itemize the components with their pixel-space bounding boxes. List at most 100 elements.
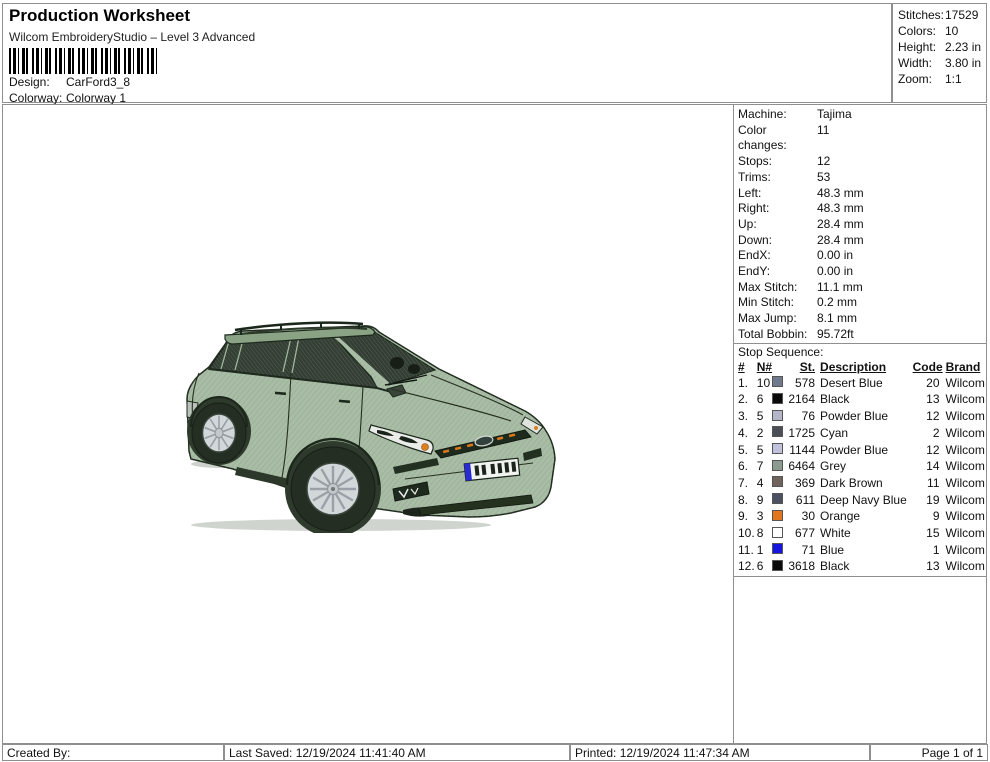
thread-color-swatch	[771, 376, 783, 388]
stop-sequence-rows: 1. 10 578 Desert Blue 20 Wilcom 2. 6 216…	[738, 375, 987, 575]
needle-number: 6	[756, 392, 764, 407]
machine-info-label: Stops:	[738, 154, 773, 169]
machine-info-value: 28.4 mm	[817, 232, 864, 247]
machine-info-value: 48.3 mm	[817, 185, 864, 200]
machine-info-label: EndY:	[738, 264, 771, 279]
footer-bar: Created By: Last Saved: 12/19/2024 11:41…	[2, 744, 988, 761]
thread-brand: Wilcom	[945, 392, 985, 407]
design-preview	[181, 303, 566, 537]
stop-sequence-row: 10. 8 677 White 15 Wilcom	[738, 526, 987, 543]
last-saved-cell: Last Saved: 12/19/2024 11:41:40 AM	[224, 744, 570, 761]
stitch-count: 76	[801, 409, 816, 424]
stop-number: 5.	[738, 442, 749, 457]
stop-sequence-row: 3. 5 76 Powder Blue 12 Wilcom	[738, 409, 987, 426]
stitch-count: 30	[801, 509, 816, 524]
stop-sequence-row: 2. 6 2164 Black 13 Wilcom	[738, 392, 987, 409]
machine-info-label: Up:	[738, 216, 757, 231]
thread-brand: Wilcom	[945, 492, 985, 507]
stop-sequence-row: 9. 3 30 Orange 9 Wilcom	[738, 509, 987, 526]
thread-swatch-cell	[771, 442, 785, 459]
stop-sequence-row: 8. 9 611 Deep Navy Blue 19 Wilcom	[738, 492, 987, 509]
needle-number: 10	[756, 375, 771, 390]
summary-value: 10	[945, 24, 959, 38]
thread-description: Grey	[820, 459, 847, 474]
thread-swatch-cell	[771, 409, 785, 426]
stop-number: 11.	[738, 542, 754, 557]
machine-info-label: Total Bobbin:	[738, 326, 808, 341]
summary-row: Zoom: 1:1	[898, 71, 986, 87]
col-description: Description	[820, 359, 887, 374]
machine-info-value: 12	[817, 154, 831, 169]
machine-info-label: Max Stitch:	[738, 279, 798, 294]
summary-panel: Stitches: 17529 Colors: 10 Height: 2.23 …	[892, 3, 987, 103]
machine-info-label: Left:	[738, 185, 762, 200]
summary-row: Colors: 10	[898, 23, 986, 39]
thread-color-swatch	[771, 543, 783, 555]
thread-swatch-cell	[771, 492, 785, 509]
app-subtitle: Wilcom EmbroideryStudio – Level 3 Advanc…	[9, 30, 256, 44]
needle-number: 7	[756, 459, 764, 474]
page-number-cell: Page 1 of 1	[870, 744, 988, 761]
design-label: Design:	[9, 75, 50, 89]
stop-number: 12.	[738, 559, 755, 574]
stitch-count: 71	[801, 542, 816, 557]
thread-description: Cyan	[820, 425, 849, 440]
printed-cell: Printed: 12/19/2024 11:47:34 AM	[570, 744, 870, 761]
thread-brand: Wilcom	[945, 526, 985, 541]
machine-info-value: 11	[817, 122, 830, 137]
thread-brand: Wilcom	[945, 409, 985, 424]
production-worksheet-page: Production Worksheet Wilcom EmbroiderySt…	[0, 0, 990, 762]
thread-brand: Wilcom	[945, 459, 985, 474]
machine-info-row: Down: 28.4 mm	[738, 233, 987, 249]
machine-info-row: Max Jump: 8.1 mm	[738, 311, 987, 327]
thread-color-swatch	[771, 459, 783, 471]
needle-number: 6	[756, 559, 764, 574]
stitch-count: 611	[795, 492, 816, 507]
machine-info-value: 0.00 in	[817, 264, 854, 279]
thread-code: 20	[926, 375, 940, 390]
thread-brand: Wilcom	[945, 542, 985, 557]
machine-info-value: 0.2 mm	[817, 295, 858, 310]
needle-number: 2	[756, 425, 764, 440]
thread-swatch-cell	[771, 559, 785, 576]
machine-info-row: Machine: Tajima	[738, 107, 987, 123]
machine-info-label: Max Jump:	[738, 311, 797, 326]
machine-info-row: Color changes: 11	[738, 123, 987, 154]
machine-info-value: 48.3 mm	[817, 201, 864, 216]
thread-brand: Wilcom	[945, 509, 985, 524]
col-needle: N#	[756, 359, 773, 374]
thread-code: 12	[926, 409, 940, 424]
needle-number: 1	[756, 542, 764, 557]
needle-number: 9	[756, 492, 764, 507]
stop-sequence-title: Stop Sequence:	[738, 344, 824, 359]
needle-number: 5	[756, 409, 764, 424]
machine-info-row: EndX: 0.00 in	[738, 248, 987, 264]
thread-code: 19	[926, 492, 940, 507]
thread-description: Deep Navy Blue	[820, 492, 907, 507]
headlight-amber	[421, 443, 429, 451]
summary-row: Height: 2.23 in	[898, 39, 986, 55]
created-by-cell: Created By:	[2, 744, 224, 761]
stop-number: 6.	[738, 459, 749, 474]
stop-sequence-row: 4. 2 1725 Cyan 2 Wilcom	[738, 425, 987, 442]
thread-brand: Wilcom	[945, 442, 985, 457]
header-panel: Production Worksheet Wilcom EmbroiderySt…	[2, 3, 892, 105]
stop-sequence-header: # N# St. Description Code Brand	[738, 360, 987, 376]
summary-label: Width:	[898, 56, 933, 70]
thread-color-swatch	[771, 443, 783, 455]
col-hash: #	[738, 359, 745, 374]
summary-row: Width: 3.80 in	[898, 55, 986, 71]
summary-row: Stitches: 17529	[898, 7, 986, 23]
machine-info-row: Total Bobbin: 95.72ft	[738, 327, 987, 343]
machine-info-list: Machine: Tajima Color changes: 11 Stops:…	[734, 105, 987, 344]
col-code: Code	[912, 359, 943, 374]
thread-color-swatch	[771, 493, 783, 505]
stitch-count: 2164	[788, 392, 816, 407]
needle-number: 5	[756, 442, 764, 457]
design-row: Design: CarFord3_8	[9, 75, 130, 90]
machine-info-label: Right:	[738, 201, 770, 216]
summary-label: Zoom:	[898, 72, 933, 86]
machine-info-row: Min Stitch: 0.2 mm	[738, 295, 987, 311]
summary-value: 1:1	[945, 72, 962, 86]
main-area: Machine: Tajima Color changes: 11 Stops:…	[2, 104, 987, 744]
